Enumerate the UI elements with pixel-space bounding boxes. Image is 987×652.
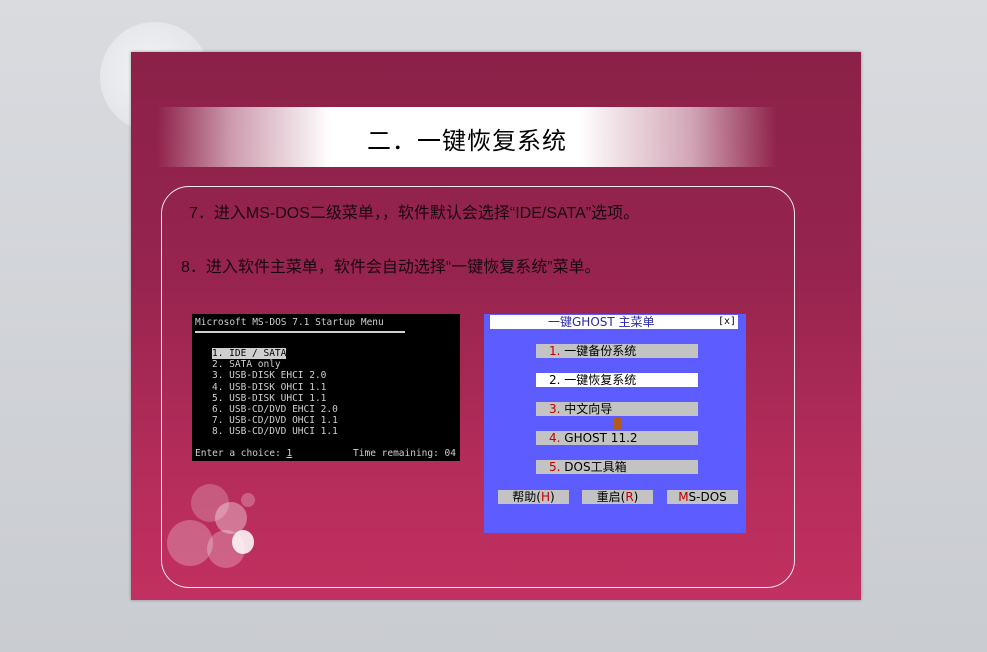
dos-option-list: 1. IDE / SATA 2. SATA only 3. USB-DISK E… [212,348,338,438]
ghost-restart-button: 重启(R) [582,490,653,504]
dos-option-5: 5. USB-DISK UHCI 1.1 [212,392,327,404]
slide-title: 二．一键恢复系统 [367,127,567,155]
ghost-main-menu-screenshot: 一键GHOST 主菜单 [x] 1. 一键备份系统 2. 一键恢复系统 3. 中… [484,314,746,533]
dos-time-remaining: Time remaining: 04 [353,448,456,459]
dos-header-rule [195,331,405,333]
dos-option-6: 6. USB-CD/DVD EHCI 2.0 [212,403,338,415]
dos-menu-header: Microsoft MS-DOS 7.1 Startup Menu [195,317,384,328]
bubble-decoration [241,493,255,507]
slide: 二．一键恢复系统 7．进入MS-DOS二级菜单，，软件默认会选择“IDE/SAT… [131,52,861,600]
instruction-step-7: 7．进入MS-DOS二级菜单，，软件默认会选择“IDE/SATA”选项。 [189,205,640,222]
dos-option-4: 4. USB-DISK OHCI 1.1 [212,381,327,393]
dos-choice-prompt: Enter a choice: 1 [195,448,293,459]
ghost-item-wizard: 3. 中文向导 [536,402,698,416]
dos-option-1: 1. IDE / SATA [212,348,287,359]
msdos-startup-screenshot: Microsoft MS-DOS 7.1 Startup Menu 1. IDE… [192,314,460,461]
ghost-menu-titlebar: 一键GHOST 主菜单 [x] [490,315,738,329]
content-box: 7．进入MS-DOS二级菜单，，软件默认会选择“IDE/SATA”选项。 8．进… [161,186,795,588]
dos-option-8: 8. USB-CD/DVD UHCI 1.1 [212,426,338,438]
text-cursor [614,417,621,430]
dos-option-3: 3. USB-DISK EHCI 2.0 [212,370,327,382]
ghost-item-restore: 2. 一键恢复系统 [536,373,698,387]
bubble-decoration [167,520,213,566]
ghost-item-backup: 1. 一键备份系统 [536,344,698,358]
ghost-item-dos-tools: 5. DOS工具箱 [536,460,698,474]
ghost-item-ghost: 4. GHOST 11.2 [536,431,698,445]
title-banner: 二．一键恢复系统 [157,107,777,167]
ghost-help-button: 帮助(H) [498,490,569,504]
dos-option-7: 7. USB-CD/DVD OHCI 1.1 [212,415,338,427]
dos-option-2: 2. SATA only [212,359,281,371]
ghost-msdos-button: MS-DOS [667,490,738,504]
ghost-menu-title: 一键GHOST 主菜单 [548,315,655,329]
close-icon: [x] [717,316,736,327]
dos-choice-value: 1 [286,448,293,459]
bubble-decoration [232,530,254,554]
instruction-step-8: 8．进入软件主菜单，软件会自动选择“一键恢复系统”菜单。 [181,259,601,276]
